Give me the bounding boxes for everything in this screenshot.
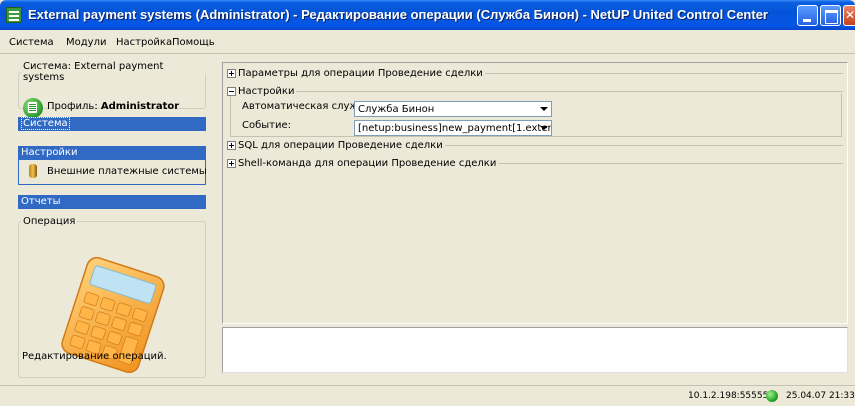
minimize-button[interactable] <box>797 5 818 26</box>
wallet-icon <box>29 164 37 178</box>
nav-system-label: Система <box>21 117 70 130</box>
menu-system[interactable]: Система <box>9 37 54 48</box>
section-title: Настройки <box>238 86 295 97</box>
expand-icon[interactable] <box>227 141 236 150</box>
profile-label: Профиль: Administrator <box>47 101 180 112</box>
nav-reports[interactable]: Отчеты <box>18 195 206 209</box>
profile-icon <box>23 98 43 118</box>
dropdown-arrow-icon[interactable] <box>540 126 548 130</box>
output-area[interactable] <box>222 327 848 373</box>
section-title: Shell-команда для операции Проведение сд… <box>238 158 497 169</box>
operation-editor: Параметры для операции Проведение сделки… <box>222 62 848 324</box>
expand-icon[interactable] <box>227 69 236 78</box>
service-value: Служба Бинон <box>358 104 435 115</box>
event-select[interactable]: [netup:business]new_payment[1.external] <box>354 120 552 136</box>
section-shell-command[interactable]: Shell-команда для операции Проведение сд… <box>227 158 843 169</box>
operation-legend: Операция <box>23 216 76 227</box>
menu-settings[interactable]: Настройка <box>116 37 172 48</box>
nav-settings-label: Настройки <box>21 147 78 158</box>
event-value: [netup:business]new_payment[1.external] <box>358 123 552 134</box>
event-label: Событие: <box>242 120 292 131</box>
external-payment-systems-link[interactable]: Внешние платежные системы <box>47 166 207 177</box>
settings-panel: Внешние платежные системы <box>18 160 207 185</box>
menu-modules[interactable]: Модули <box>66 37 106 48</box>
service-select[interactable]: Служба Бинон <box>354 101 552 117</box>
status-bar: 10.1.2.198:55555 25.04.07 21:33 <box>0 385 855 406</box>
system-legend: Система: External payment systems <box>23 61 164 83</box>
connection-status-icon <box>766 390 778 402</box>
profile-name: Administrator <box>100 101 180 112</box>
menu-help[interactable]: Помощь <box>172 37 215 48</box>
nav-settings[interactable]: Настройки <box>18 146 206 160</box>
section-settings[interactable]: Настройки <box>227 86 843 97</box>
window-title: External payment systems (Administrator)… <box>28 7 768 22</box>
section-title: SQL для операции Проведение сделки <box>238 140 443 151</box>
maximize-button[interactable] <box>820 5 841 26</box>
section-operation-params[interactable]: Параметры для операции Проведение сделки <box>227 68 843 79</box>
collapse-icon[interactable] <box>227 87 236 96</box>
section-sql[interactable]: SQL для операции Проведение сделки <box>227 140 843 151</box>
server-address: 10.1.2.198:55555 <box>688 391 769 401</box>
app-icon <box>6 7 22 23</box>
nav-reports-label: Отчеты <box>21 196 61 207</box>
status-datetime: 25.04.07 21:33 <box>786 391 855 401</box>
expand-icon[interactable] <box>227 159 236 168</box>
left-panel: Система: External payment systems Профил… <box>0 55 217 385</box>
menu-bar: Система Модули Настройка Помощь <box>0 30 855 54</box>
nav-system[interactable]: Система <box>18 117 206 131</box>
close-button[interactable] <box>843 5 855 26</box>
section-title: Параметры для операции Проведение сделки <box>238 68 483 79</box>
title-bar[interactable]: External payment systems (Administrator)… <box>0 0 855 30</box>
operation-group: Операция Редактирование операций. <box>18 216 206 378</box>
operation-description: Редактирование операций. <box>22 351 167 362</box>
dropdown-arrow-icon[interactable] <box>540 107 548 111</box>
system-group: Система: External payment systems Профил… <box>18 61 206 118</box>
